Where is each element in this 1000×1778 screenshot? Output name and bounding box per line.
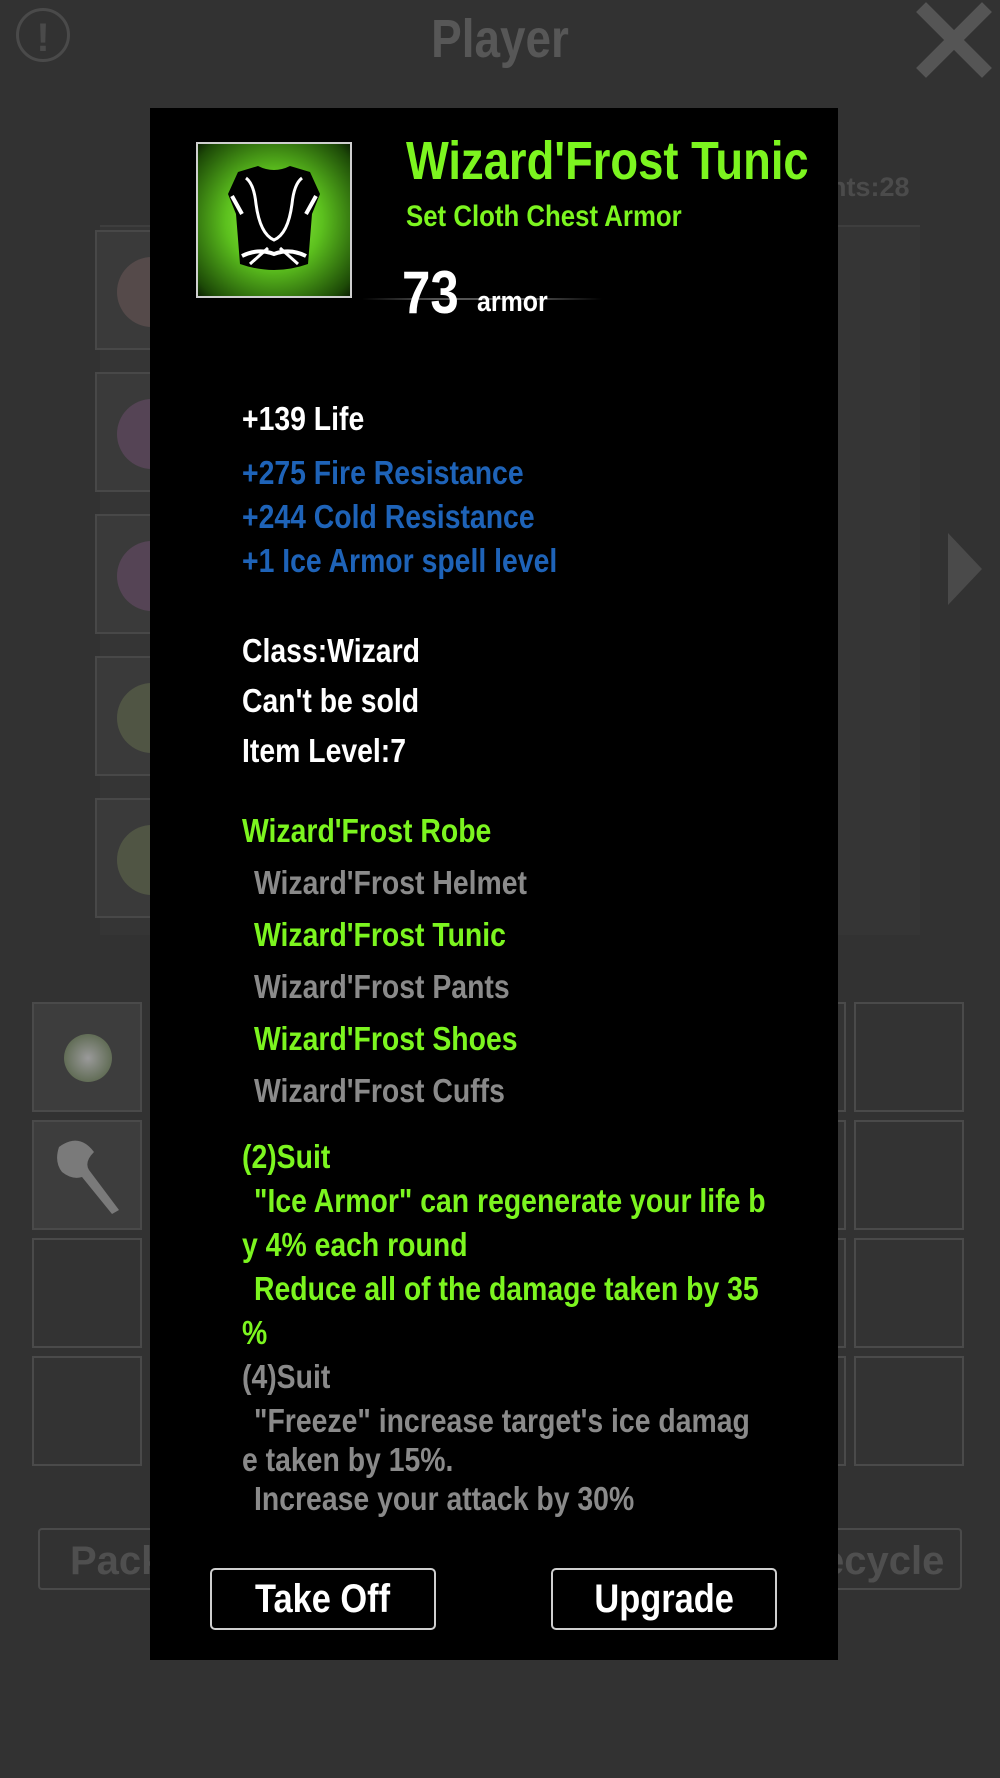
chevron-right-icon[interactable] <box>948 533 982 605</box>
take-off-label: Take Off <box>255 1577 391 1621</box>
inventory-slot[interactable] <box>32 1238 142 1348</box>
pack-button[interactable]: Pack <box>38 1528 168 1590</box>
take-off-button[interactable]: Take Off <box>210 1568 436 1630</box>
base-stat: +139 Life <box>242 400 365 437</box>
inventory-slot[interactable] <box>854 1238 964 1348</box>
item-tooltip: Wizard'Frost Tunic Set Cloth Chest Armor… <box>150 108 838 1660</box>
inventory-slot[interactable] <box>32 1002 142 1112</box>
suit-4-bonus-line: "Freeze" increase target's ice damag <box>254 1402 750 1439</box>
close-icon[interactable] <box>914 0 994 80</box>
magic-stat: +275 Fire Resistance <box>242 454 524 491</box>
suit-4-title: (4)Suit <box>242 1358 331 1395</box>
upgrade-button[interactable]: Upgrade <box>551 1568 777 1630</box>
armor-label: armor <box>477 286 548 318</box>
alert-icon[interactable]: ! <box>16 8 70 62</box>
sell-status: Can't be sold <box>242 682 420 719</box>
suit-4-bonus-line: e taken by 15%. <box>242 1441 454 1478</box>
item-name: Wizard'Frost Tunic <box>406 131 809 191</box>
set-item: Wizard'Frost Cuffs <box>254 1072 505 1109</box>
item-level: Item Level:7 <box>242 732 407 769</box>
inventory-slot[interactable] <box>32 1356 142 1466</box>
suit-2-bonus-line: y 4% each round <box>242 1226 468 1263</box>
points-label: nts:28 <box>830 172 910 202</box>
suit-2-bonus-line: "Ice Armor" can regenerate your life b <box>254 1182 766 1219</box>
inventory-slot[interactable] <box>854 1356 964 1466</box>
set-item: Wizard'Frost Tunic <box>254 916 506 953</box>
chest-armor-icon <box>196 142 352 298</box>
screen-title: Player <box>431 9 569 69</box>
item-type: Set Cloth Chest Armor <box>406 200 682 233</box>
inventory-slot[interactable] <box>854 1120 964 1230</box>
suit-2-bonus-line: Reduce all of the damage taken by 35 <box>254 1270 759 1307</box>
inventory-slot[interactable] <box>854 1002 964 1112</box>
class-requirement: Class:Wizard <box>242 632 420 669</box>
set-item: Wizard'Frost Shoes <box>254 1020 518 1057</box>
magic-stat: +244 Cold Resistance <box>242 498 535 535</box>
armor-value: 73 <box>402 259 459 326</box>
suit-2-bonus-line: % <box>242 1314 268 1351</box>
upgrade-label: Upgrade <box>594 1577 734 1621</box>
set-item: Wizard'Frost Pants <box>254 968 510 1005</box>
suit-2-title: (2)Suit <box>242 1138 331 1175</box>
inventory-slot[interactable] <box>32 1120 142 1230</box>
set-name: Wizard'Frost Robe <box>242 812 492 849</box>
magic-stat: +1 Ice Armor spell level <box>242 542 558 579</box>
suit-4-bonus-line: Increase your attack by 30% <box>254 1480 635 1517</box>
set-item: Wizard'Frost Helmet <box>254 864 527 901</box>
